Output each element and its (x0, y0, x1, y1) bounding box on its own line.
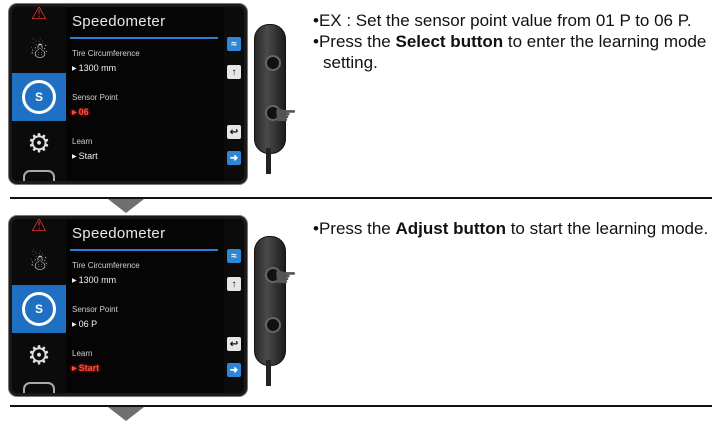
screen-title: Speedometer (72, 13, 166, 30)
up-icon: ↑ (227, 277, 241, 291)
back-icon: ↩ (227, 337, 241, 351)
adjust-button[interactable] (265, 55, 281, 71)
graph-icon: ≈ (227, 249, 241, 263)
back-icon: ↩ (227, 125, 241, 139)
speedometer-icon: S (12, 285, 66, 333)
sensor-point-label: Sensor Point (72, 93, 118, 102)
handlebar-switch: ☛ (248, 24, 297, 176)
select-bullet: •Press the Select button to enter the le… (313, 32, 707, 72)
handlebar-switch: ☛ (248, 236, 297, 388)
right-icon-column: ≈ ↑ ↩ ➜ (224, 7, 244, 181)
gauge-icon (12, 159, 66, 181)
down-arrow-icon (108, 407, 144, 421)
adjust-text-after: to start the learning mode. (505, 219, 709, 238)
example-bullet: •EX : Set the sensor point value from 01… (313, 11, 692, 30)
select-button-text: Select button (395, 32, 504, 51)
switch-body (254, 24, 286, 154)
step-1-panel: ⚠ ☃ S ⚙ Speedometer Tire Circumference 1… (0, 0, 712, 200)
select-button[interactable] (265, 317, 281, 333)
switch-cable (266, 360, 271, 386)
pointing-hand-icon: ☛ (274, 262, 298, 292)
device-screen: ⚠ ☃ S ⚙ Speedometer Tire Circumference 1… (9, 4, 247, 184)
right-icon-column: ≈ ↑ ↩ ➜ (224, 219, 244, 393)
menu-column: ⚠ ☃ S ⚙ (12, 219, 66, 393)
step-1-description: •EX : Set the sensor point value from 01… (313, 10, 712, 73)
graph-icon: ≈ (227, 37, 241, 51)
step-2-panel: ⚠ ☃ S ⚙ Speedometer Tire Circumference 1… (0, 206, 712, 410)
title-underline (70, 249, 218, 251)
learn-value: Start (72, 151, 98, 161)
tire-circumference-value: 1300 mm (72, 63, 117, 73)
gear-icon: ⚙ (27, 128, 51, 158)
sensor-point-value: 06 P (72, 319, 98, 329)
learn-label: Learn (72, 349, 93, 358)
settings-content: Speedometer Tire Circumference 1300 mm S… (70, 7, 220, 181)
gear-icon: ⚙ (27, 340, 51, 370)
settings-content: Speedometer Tire Circumference 1300 mm S… (70, 219, 220, 393)
switch-body (254, 236, 286, 366)
adjust-bullet: •Press the Adjust button to start the le… (313, 219, 709, 238)
step-2-description: •Press the Adjust button to start the le… (313, 218, 708, 239)
lamp-icon: ☃ (29, 250, 49, 275)
sensor-point-value: 06 (72, 107, 89, 117)
speedometer-icon: S (12, 73, 66, 121)
tire-circumference-label: Tire Circumference (72, 49, 140, 58)
gauge-icon (12, 371, 66, 393)
adjust-button-text: Adjust button (395, 219, 506, 238)
lamp-icon: ☃ (29, 38, 49, 63)
learn-value: Start (72, 363, 100, 373)
next-icon: ➜ (227, 151, 241, 165)
next-icon: ➜ (227, 363, 241, 377)
example-text: EX : Set the sensor point value from 01 … (318, 11, 692, 30)
sensor-point-label: Sensor Point (72, 305, 118, 314)
warning-icon: ⚠ (30, 4, 48, 23)
menu-column: ⚠ ☃ S ⚙ (12, 7, 66, 181)
up-icon: ↑ (227, 65, 241, 79)
switch-cable (266, 148, 271, 174)
device-screen: ⚠ ☃ S ⚙ Speedometer Tire Circumference 1… (9, 216, 247, 396)
warning-icon: ⚠ (30, 216, 48, 235)
tire-circumference-value: 1300 mm (72, 275, 117, 285)
learn-label: Learn (72, 137, 93, 146)
pointing-hand-icon: ☛ (274, 100, 298, 130)
screen-title: Speedometer (72, 225, 166, 242)
title-underline (70, 37, 218, 39)
tire-circumference-label: Tire Circumference (72, 261, 140, 270)
adjust-text-before: Press the (318, 219, 396, 238)
select-text-before: Press the (318, 32, 396, 51)
